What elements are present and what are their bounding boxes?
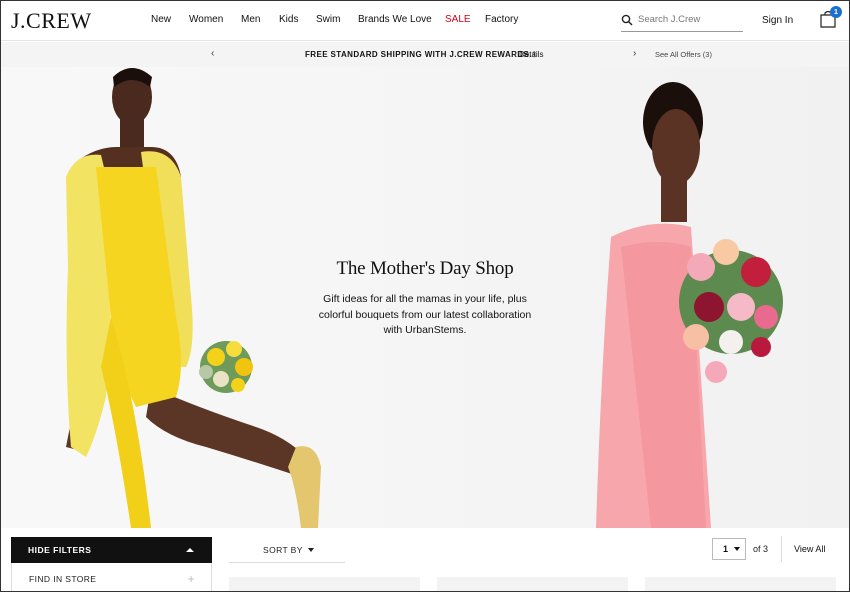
- nav-item-brands-we-love[interactable]: Brands We Love: [358, 14, 432, 25]
- promo-details-link[interactable]: Details: [519, 50, 543, 59]
- hide-filters-button[interactable]: HIDE FILTERS: [11, 537, 212, 563]
- hero-left-model-image: [66, 68, 321, 528]
- nav-item-sale[interactable]: SALE: [445, 14, 471, 25]
- chevron-down-icon: [308, 548, 314, 552]
- hero-banner[interactable]: The Mother's Day Shop Gift ideas for all…: [1, 67, 849, 528]
- promo-bar: ‹ FREE STANDARD SHIPPING WITH J.CREW REW…: [1, 42, 849, 67]
- toolbar-divider: [781, 536, 782, 562]
- promo-next-arrow-icon[interactable]: ›: [633, 48, 636, 59]
- product-card[interactable]: [437, 577, 628, 591]
- page-number-value: 1: [723, 544, 729, 554]
- plus-icon: +: [187, 572, 195, 586]
- search-box: [621, 12, 743, 32]
- view-all-link[interactable]: View All: [794, 544, 825, 554]
- nav-item-kids[interactable]: Kids: [279, 14, 298, 25]
- sign-in-link[interactable]: Sign In: [762, 15, 793, 26]
- page-number-select[interactable]: 1: [712, 538, 746, 560]
- caret-up-icon: [186, 548, 194, 552]
- promo-prev-arrow-icon[interactable]: ‹: [211, 48, 214, 59]
- nav-item-men[interactable]: Men: [241, 14, 260, 25]
- sort-by-dropdown[interactable]: SORT BY: [229, 537, 345, 563]
- nav-item-swim[interactable]: Swim: [316, 14, 340, 25]
- see-all-offers-link[interactable]: See All Offers (3): [655, 50, 712, 59]
- nav-item-factory[interactable]: Factory: [485, 14, 518, 25]
- find-in-store-label: FIND IN STORE: [29, 574, 97, 584]
- nav-item-new[interactable]: New: [151, 14, 171, 25]
- promo-message: FREE STANDARD SHIPPING WITH J.CREW REWAR…: [305, 50, 537, 59]
- search-input[interactable]: [638, 14, 738, 25]
- hide-filters-label: HIDE FILTERS: [28, 545, 92, 555]
- brand-logo[interactable]: J.CREW: [11, 8, 92, 34]
- product-card[interactable]: [229, 577, 420, 591]
- find-in-store-filter[interactable]: FIND IN STORE +: [11, 563, 212, 591]
- chevron-down-icon: [734, 547, 740, 551]
- hero-right-model-image: [596, 82, 783, 528]
- product-card[interactable]: [645, 577, 836, 591]
- hero-title[interactable]: The Mother's Day Shop: [1, 258, 849, 280]
- nav-item-women[interactable]: Women: [189, 14, 223, 25]
- promo-message-text: FREE STANDARD SHIPPING WITH J.CREW REWAR…: [305, 50, 532, 59]
- page-total-label: of 3: [753, 544, 769, 554]
- site-header: J.CREW New Women Men Kids Swim Brands We…: [1, 1, 849, 41]
- bag-count-badge: 1: [830, 6, 842, 18]
- sort-by-label: SORT BY: [263, 545, 303, 555]
- hero-description: Gift ideas for all the mamas in your lif…: [318, 293, 532, 336]
- search-icon[interactable]: [621, 14, 633, 26]
